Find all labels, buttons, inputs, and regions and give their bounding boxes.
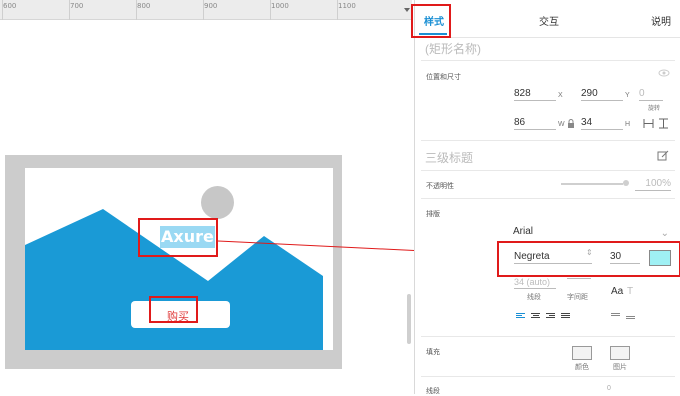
width-input[interactable]: 86 bbox=[514, 117, 556, 130]
position-size-label: 位置和尺寸 bbox=[426, 74, 461, 81]
char-spacing-input[interactable] bbox=[567, 277, 591, 279]
divider bbox=[421, 140, 675, 141]
divider bbox=[421, 170, 675, 171]
divider bbox=[421, 376, 675, 377]
y-input[interactable]: 290 bbox=[581, 88, 623, 101]
tab-interaction[interactable]: 交互 bbox=[539, 13, 559, 28]
font-family-select[interactable]: Arial ⌄ bbox=[513, 226, 671, 242]
x-input[interactable]: 828 bbox=[514, 88, 556, 101]
font-family-value: Arial bbox=[513, 226, 534, 237]
tab-notes[interactable]: 说明 bbox=[651, 13, 671, 28]
text-case-icon[interactable]: Aa bbox=[611, 286, 623, 297]
highlight-box-style-tab bbox=[411, 4, 451, 38]
valign-middle-icon[interactable] bbox=[626, 316, 635, 323]
divider bbox=[421, 60, 675, 61]
line-spacing-label: 线段 bbox=[527, 294, 541, 301]
rotation-label: 旋转 bbox=[648, 106, 661, 112]
fill-image-button[interactable] bbox=[610, 346, 630, 360]
fill-image-label: 图片 bbox=[613, 364, 627, 371]
fill-color-button[interactable] bbox=[572, 346, 592, 360]
fill-color-label: 颜色 bbox=[575, 364, 589, 371]
y-label: Y bbox=[625, 92, 630, 99]
line-spacing-input[interactable]: 34 (auto) bbox=[514, 277, 556, 289]
valign-top-icon[interactable] bbox=[611, 313, 620, 320]
height-input[interactable]: 34 bbox=[581, 117, 623, 130]
border-label: 线段 bbox=[426, 388, 440, 395]
opacity-label: 不透明性 bbox=[426, 183, 454, 190]
x-label: X bbox=[558, 92, 563, 99]
divider bbox=[421, 336, 675, 337]
align-right-icon[interactable] bbox=[546, 313, 555, 320]
inspector-panel: 样式 交互 说明 (矩形名称) 位置和尺寸 828 X 290 Y 0 旋转 8… bbox=[411, 0, 680, 395]
align-justify-icon[interactable] bbox=[561, 313, 570, 320]
opacity-slider-handle[interactable] bbox=[623, 180, 629, 186]
text-shadow-icon[interactable]: T bbox=[627, 286, 633, 297]
style-name-field[interactable]: 三级标题 bbox=[425, 149, 473, 166]
char-spacing-label: 字间距 bbox=[567, 294, 588, 301]
highlight-box-font-settings bbox=[497, 241, 680, 277]
align-left-icon[interactable] bbox=[516, 313, 525, 320]
lock-icon[interactable] bbox=[567, 119, 575, 128]
edit-style-icon[interactable] bbox=[657, 150, 669, 161]
shape-name-field[interactable]: (矩形名称) bbox=[425, 40, 481, 57]
h-label: H bbox=[625, 121, 631, 128]
typography-label: 排版 bbox=[426, 211, 440, 218]
align-center-icon[interactable] bbox=[531, 313, 540, 320]
rotation-input[interactable]: 0 bbox=[639, 88, 663, 101]
chevron-down-icon: ⌄ bbox=[660, 228, 669, 239]
fill-label: 填充 bbox=[426, 349, 440, 356]
eye-icon[interactable] bbox=[658, 69, 670, 77]
border-width-input[interactable]: 0 bbox=[607, 385, 611, 392]
fit-size-icons[interactable] bbox=[643, 118, 671, 129]
opacity-slider-track[interactable] bbox=[561, 183, 623, 185]
w-label: W bbox=[558, 121, 565, 128]
inspector-tabs: 样式 交互 说明 bbox=[415, 0, 680, 38]
divider bbox=[421, 198, 675, 199]
opacity-input[interactable]: 100% bbox=[635, 178, 671, 191]
